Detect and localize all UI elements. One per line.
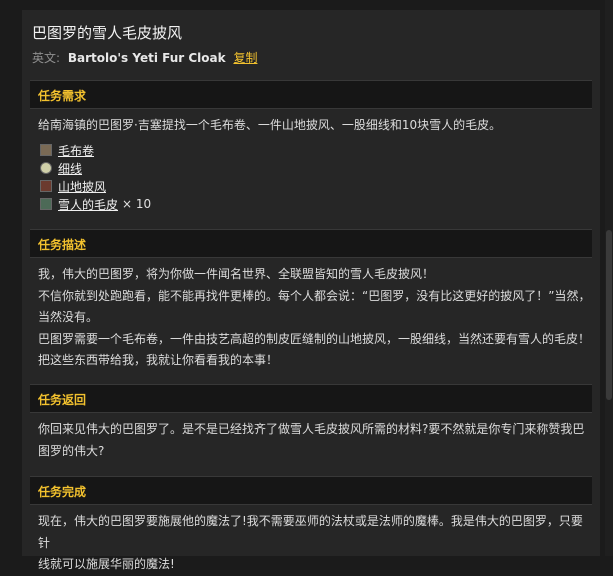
requirements-text: 给南海镇的巴图罗·吉塞提找一个毛布卷、一件山地披风、一股细线和10块雪人的毛皮。 — [38, 115, 594, 137]
list-item: 山地披风 — [40, 177, 151, 195]
list-item: 毛布卷 — [40, 141, 151, 159]
item-link-mountain-cloak[interactable]: 山地披风 — [58, 178, 106, 195]
return-line: 图罗的伟大? — [38, 443, 105, 458]
section-title-complete: 任务完成 — [38, 485, 87, 499]
complete-text: 现在，伟大的巴图罗要施展他的魔法了!我不需要巫师的法杖或是法师的魔棒。我是伟大的… — [38, 511, 594, 576]
cloak-icon — [40, 180, 52, 192]
description-line: 把这些东西带给我，我就让你看看我的本事！ — [38, 353, 279, 367]
list-item: 雪人的毛皮 × 10 — [40, 195, 151, 213]
scrollbar[interactable] — [605, 0, 613, 556]
item-quantity: × 10 — [122, 197, 152, 211]
requirements-summary: 给南海镇的巴图罗·吉塞提找一个毛布卷、一件山地披风、一股细线和10块雪人的毛皮。 — [38, 118, 502, 132]
section-header-complete: 任务完成 — [30, 476, 592, 505]
item-link-fine-thread[interactable]: 细线 — [58, 160, 82, 177]
return-line: 你回来见伟大的巴图罗了。是不是已经找齐了做雪人毛皮披风所需的材料?要不然就是你专… — [38, 422, 585, 436]
scrollbar-thumb[interactable] — [606, 230, 612, 400]
page-title: 巴图罗的雪人毛皮披风 — [32, 24, 183, 42]
wool-bolt-icon — [40, 144, 52, 156]
item-link-wool-bolt[interactable]: 毛布卷 — [58, 142, 94, 159]
fine-thread-icon — [40, 162, 52, 174]
section-title-return: 任务返回 — [38, 393, 87, 407]
copy-link[interactable]: 复制 — [233, 51, 257, 65]
description-text: 我，伟大的巴图罗，将为你做一件闻名世界、全联盟皆知的雪人毛皮披风！ 不信你就到处… — [38, 264, 594, 372]
return-text: 你回来见伟大的巴图罗了。是不是已经找齐了做雪人毛皮披风所需的材料?要不然就是你专… — [38, 419, 594, 462]
item-link-yeti-fur[interactable]: 雪人的毛皮 — [58, 196, 118, 213]
description-line: 我，伟大的巴图罗，将为你做一件闻名世界、全联盟皆知的雪人毛皮披风！ — [38, 267, 435, 281]
description-line: 不信你就到处跑跑看，能不能再找件更棒的。每个人都会说：“巴图罗，没有比这更好的披… — [38, 288, 591, 303]
complete-line: 现在，伟大的巴图罗要施展他的魔法了!我不需要巫师的法杖或是法师的魔棒。我是伟大的… — [38, 514, 583, 550]
yeti-fur-icon — [40, 198, 52, 210]
section-header-requirements: 任务需求 — [30, 80, 592, 109]
section-title-requirements: 任务需求 — [38, 89, 87, 103]
required-items-list: 毛布卷 细线 山地披风 雪人的毛皮 × 10 — [40, 141, 151, 213]
section-title-description: 任务描述 — [38, 238, 87, 252]
list-item: 细线 — [40, 159, 151, 177]
english-name-row: 英文: Bartolo's Yeti Fur Cloak 复制 — [32, 49, 257, 66]
quest-panel: 巴图罗的雪人毛皮披风 英文: Bartolo's Yeti Fur Cloak … — [22, 10, 600, 571]
section-header-description: 任务描述 — [30, 229, 592, 258]
description-line: 巴图罗需要一个毛布卷，一件由技艺高超的制皮匠缝制的山地披风，一股细线，当然还要有… — [38, 331, 591, 346]
english-name: Bartolo's Yeti Fur Cloak — [67, 51, 226, 65]
complete-line: 线就可以施展华丽的魔法! — [38, 557, 175, 571]
description-line: 当然没有。 — [38, 310, 99, 324]
english-label: 英文: — [32, 51, 61, 65]
section-header-return: 任务返回 — [30, 384, 592, 413]
